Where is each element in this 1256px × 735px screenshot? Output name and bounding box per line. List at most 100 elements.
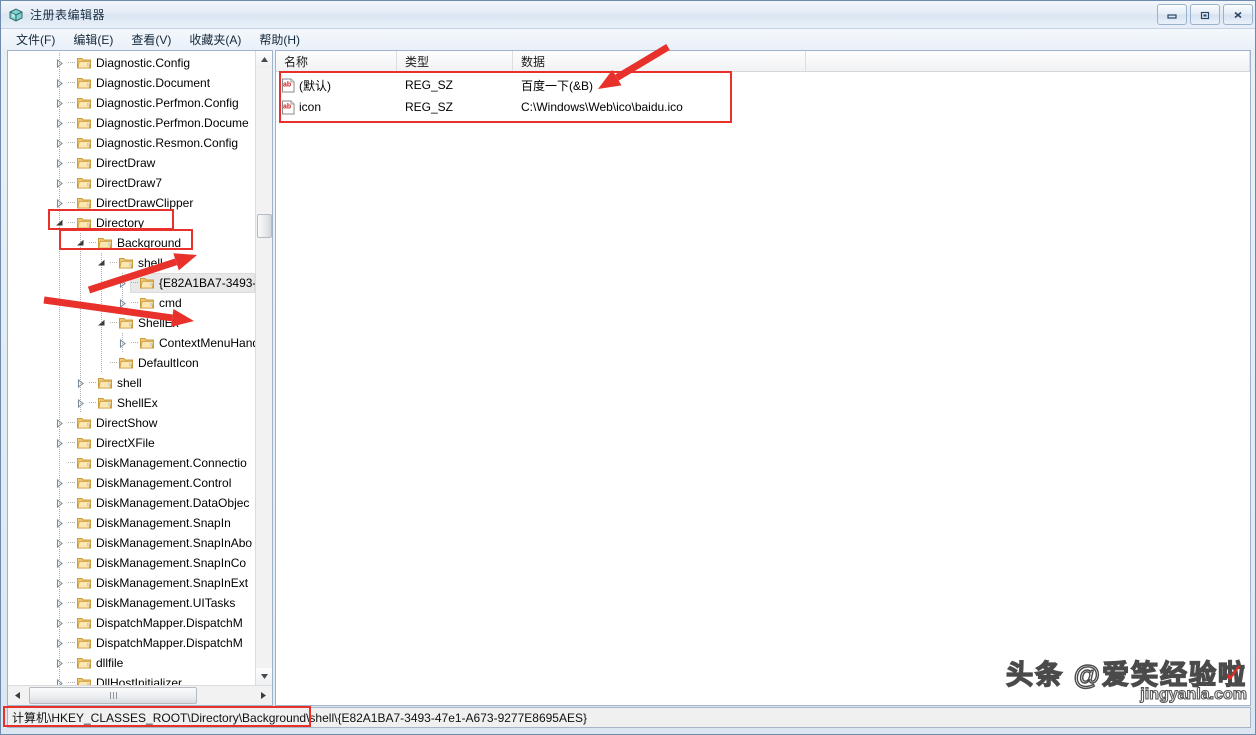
folder-icon <box>139 335 155 351</box>
chevron-right-icon[interactable] <box>52 413 67 433</box>
scroll-right-icon[interactable] <box>254 687 272 705</box>
value-row[interactable]: ab icon REG_SZ C:\Windows\Web\ico\baidu.ico <box>276 96 1250 118</box>
chevron-right-icon[interactable] <box>52 533 67 553</box>
chevron-right-icon[interactable] <box>52 93 67 113</box>
chevron-right-icon[interactable] <box>52 73 67 93</box>
tree-item[interactable]: cmd <box>8 293 255 313</box>
chevron-right-icon[interactable] <box>52 433 67 453</box>
chevron-right-icon[interactable] <box>52 493 67 513</box>
registry-tree[interactable]: Diagnostic.Config Diagnostic.Document Diag… <box>8 51 255 685</box>
menu-help[interactable]: 帮助(H) <box>250 29 309 50</box>
tree-item[interactable]: shell <box>8 373 255 393</box>
chevron-down-icon[interactable] <box>94 253 109 273</box>
chevron-down-icon[interactable] <box>73 233 88 253</box>
tree-item[interactable]: Diagnostic.Config <box>8 53 255 73</box>
chevron-right-icon[interactable] <box>52 653 67 673</box>
tree-item[interactable]: Diagnostic.Document <box>8 73 255 93</box>
chevron-right-icon[interactable] <box>52 573 67 593</box>
folder-icon <box>76 215 92 231</box>
menu-view[interactable]: 查看(V) <box>122 29 180 50</box>
tree-item-label: DefaultIcon <box>138 356 199 370</box>
tree-item[interactable]: Diagnostic.Perfmon.Config <box>8 93 255 113</box>
tree-item[interactable]: ShellEx <box>8 393 255 413</box>
menu-file[interactable]: 文件(F) <box>7 29 64 50</box>
chevron-right-icon[interactable] <box>52 593 67 613</box>
restore-button[interactable] <box>1190 4 1220 25</box>
tree-connector <box>88 233 97 253</box>
tree-item[interactable]: {E82A1BA7-3493-4 <box>8 273 255 293</box>
tree-item[interactable]: DiskManagement.UITasks <box>8 593 255 613</box>
scroll-up-icon[interactable] <box>256 51 272 68</box>
tree-connector <box>67 113 76 133</box>
tree-guide-line <box>59 253 60 273</box>
chevron-right-icon[interactable] <box>115 273 130 293</box>
chevron-right-icon[interactable] <box>73 393 88 413</box>
chevron-right-icon[interactable] <box>52 553 67 573</box>
tree-item[interactable]: Background <box>8 233 255 253</box>
chevron-down-icon[interactable] <box>94 313 109 333</box>
tree-item[interactable]: dllfile <box>8 653 255 673</box>
chevron-right-icon[interactable] <box>52 113 67 133</box>
tree-item[interactable]: DispatchMapper.DispatchM <box>8 613 255 633</box>
column-name[interactable]: 名称 <box>276 51 397 71</box>
tree-item[interactable]: Diagnostic.Perfmon.Docume <box>8 113 255 133</box>
chevron-right-icon[interactable] <box>52 633 67 653</box>
tree-item[interactable]: DiskManagement.Control <box>8 473 255 493</box>
menu-edit[interactable]: 编辑(E) <box>64 29 122 50</box>
tree-item[interactable]: DirectDrawClipper <box>8 193 255 213</box>
tree-connector <box>88 373 97 393</box>
tree-item[interactable]: shell <box>8 253 255 273</box>
tree-item[interactable]: DirectXFile <box>8 433 255 453</box>
tree-item[interactable]: DiskManagement.SnapInExt <box>8 573 255 593</box>
chevron-right-icon[interactable] <box>115 333 130 353</box>
tree-item[interactable]: DirectDraw7 <box>8 173 255 193</box>
chevron-right-icon[interactable] <box>73 373 88 393</box>
chevron-right-icon[interactable] <box>52 513 67 533</box>
tree-item[interactable]: DirectShow <box>8 413 255 433</box>
tree-connector <box>67 633 76 653</box>
chevron-right-icon[interactable] <box>52 673 67 685</box>
tree-item[interactable]: DispatchMapper.DispatchM <box>8 633 255 653</box>
tree-item[interactable]: DiskManagement.SnapInCo <box>8 553 255 573</box>
tree-item-label: Background <box>117 236 182 250</box>
chevron-right-icon[interactable] <box>52 133 67 153</box>
tree-connector <box>67 93 76 113</box>
folder-icon <box>76 155 92 171</box>
chevron-down-icon[interactable] <box>52 213 67 233</box>
tree-item[interactable]: DiskManagement.Connectio <box>8 453 255 473</box>
value-row[interactable]: ab (默认) REG_SZ 百度一下(&B) <box>276 74 1250 96</box>
tree-item[interactable]: DiskManagement.SnapIn <box>8 513 255 533</box>
tree-item[interactable]: Diagnostic.Resmon.Config <box>8 133 255 153</box>
menu-favorites[interactable]: 收藏夹(A) <box>180 29 250 50</box>
tree-item[interactable]: DllHostInitializer <box>8 673 255 685</box>
folder-icon <box>118 355 134 371</box>
chevron-right-icon[interactable] <box>52 193 67 213</box>
tree-item[interactable]: ShellEx <box>8 313 255 333</box>
tree-item[interactable]: ContextMenuHand <box>8 333 255 353</box>
scroll-down-icon[interactable] <box>256 668 272 685</box>
minimize-button[interactable] <box>1157 4 1187 25</box>
chevron-right-icon[interactable] <box>52 613 67 633</box>
tree-hscrollbar-thumb[interactable] <box>29 687 197 704</box>
tree-item[interactable]: DefaultIcon <box>8 353 255 373</box>
tree-item[interactable]: Directory <box>8 213 255 233</box>
chevron-right-icon[interactable] <box>52 473 67 493</box>
tree-vertical-scrollbar[interactable] <box>255 51 272 685</box>
tree-item[interactable]: DiskManagement.DataObjec <box>8 493 255 513</box>
close-button[interactable] <box>1223 4 1253 25</box>
chevron-right-icon[interactable] <box>115 293 130 313</box>
chevron-right-icon[interactable] <box>52 53 67 73</box>
column-type[interactable]: 类型 <box>397 51 513 71</box>
chevron-right-icon[interactable] <box>52 153 67 173</box>
value-name-cell: ab icon <box>276 96 397 118</box>
column-data[interactable]: 数据 <box>513 51 806 71</box>
tree-horizontal-scrollbar[interactable] <box>8 685 272 705</box>
chevron-right-icon[interactable] <box>52 173 67 193</box>
tree-item[interactable]: DirectDraw <box>8 153 255 173</box>
scroll-left-icon[interactable] <box>8 687 27 705</box>
tree-scrollbar-thumb[interactable] <box>257 214 272 238</box>
tree-item[interactable]: DiskManagement.SnapInAbo <box>8 533 255 553</box>
